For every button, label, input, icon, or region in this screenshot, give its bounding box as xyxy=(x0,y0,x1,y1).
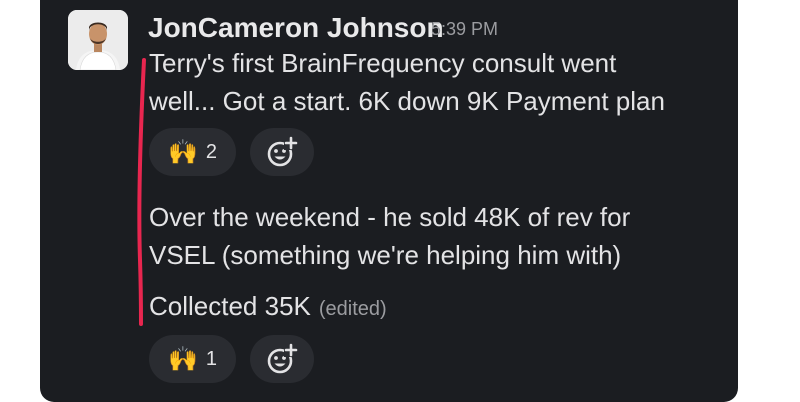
add-reaction-button[interactable] xyxy=(250,128,314,176)
avatar[interactable] xyxy=(68,10,128,70)
message-line: Over the weekend - he sold 48K of rev fo… xyxy=(149,202,631,232)
message-line: VSEL (something we're helping him with) xyxy=(149,240,622,270)
reaction-count: 1 xyxy=(205,347,217,370)
message-line: Collected 35K xyxy=(149,291,311,321)
add-reaction-button[interactable] xyxy=(250,335,314,383)
add-reaction-icon xyxy=(267,136,298,167)
raised-hands-icon: 🙌 xyxy=(167,138,198,166)
message-text: Terry's first BrainFrequency consult wen… xyxy=(149,44,665,120)
sender-name[interactable]: JonCameron Johnson xyxy=(148,12,444,44)
reaction-pill[interactable]: 🙌 1 xyxy=(149,335,236,383)
raised-hands-icon: 🙌 xyxy=(167,345,198,373)
timestamp[interactable]: 5:39 PM xyxy=(431,19,498,40)
message-text: Over the weekend - he sold 48K of rev fo… xyxy=(149,198,630,274)
message-text: Collected 35K (edited) xyxy=(149,287,387,328)
message-line: Terry's first BrainFrequency consult wen… xyxy=(149,48,617,78)
reaction-count: 2 xyxy=(205,140,217,163)
add-reaction-icon xyxy=(267,343,298,374)
edited-label: (edited) xyxy=(318,298,387,320)
reaction-pill[interactable]: 🙌 2 xyxy=(149,128,236,176)
message-line: well... Got a start. 6K down 9K Payment … xyxy=(149,86,665,116)
